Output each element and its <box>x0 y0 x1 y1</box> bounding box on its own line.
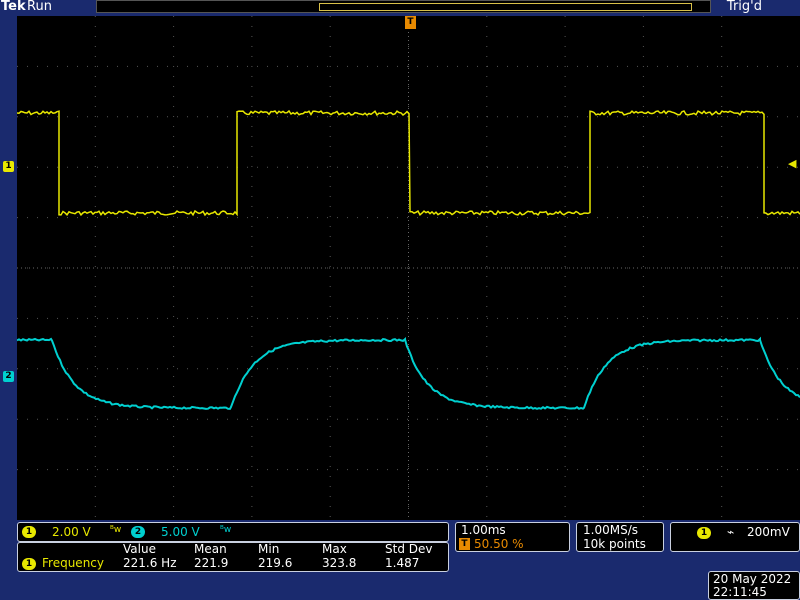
ch2-waveform <box>17 336 800 410</box>
measurement-table: Value Mean Min Max Std Dev 1 Frequency 2… <box>17 542 449 572</box>
ch2-scale[interactable]: 5.00 V <box>161 525 200 539</box>
trigger-position: 50.50 % <box>474 537 524 551</box>
measurement-source-badge: 1 <box>22 558 36 570</box>
channel-scale-panel: 1 2.00 V ᴮw 2 5.00 V ᴮw <box>17 522 449 542</box>
ch1-scale[interactable]: 2.00 V <box>52 525 91 539</box>
ch2-ground-marker[interactable]: 2 <box>3 371 14 382</box>
trigger-source-badge: 1 <box>697 527 711 539</box>
status-bar: Tek Run Trig'd <box>0 0 800 16</box>
horizontal-panel[interactable]: 1.00ms T 50.50 % <box>455 522 570 552</box>
trigger-position-icon: T <box>459 538 470 550</box>
time: 22:11:45 <box>713 585 767 599</box>
measurement-value: 221.6 Hz <box>123 556 177 570</box>
ch2-bandwidth-icon: ᴮw <box>220 525 232 535</box>
datetime-display: 20 May 2022 22:11:45 <box>708 571 800 600</box>
trigger-panel[interactable]: 1 ⌁ 200mV <box>670 522 800 552</box>
brand-label: Tek <box>1 0 26 14</box>
falling-edge-icon: ⌁ <box>727 525 735 539</box>
col-header-value: Value <box>123 542 156 556</box>
sample-rate: 1.00MS/s <box>583 523 638 537</box>
col-header-std-dev: Std Dev <box>385 542 433 556</box>
ch2-badge[interactable]: 2 <box>131 526 145 538</box>
col-header-min: Min <box>258 542 280 556</box>
record-length: 10k points <box>583 537 646 551</box>
col-header-max: Max <box>322 542 347 556</box>
trigger-status: Trig'd <box>726 0 762 14</box>
acquisition-panel[interactable]: 1.00MS/s 10k points <box>576 522 664 552</box>
trigger-level: 200mV <box>747 525 790 539</box>
trigger-level-arrow-icon[interactable]: ◀ <box>788 157 796 170</box>
ch1-badge[interactable]: 1 <box>22 526 36 538</box>
run-status: Run <box>27 0 52 14</box>
waveform-display[interactable] <box>17 16 800 520</box>
record-view-bar[interactable] <box>96 0 711 13</box>
measurement-name: Frequency <box>42 556 104 570</box>
col-header-mean: Mean <box>194 542 227 556</box>
timebase: 1.00ms <box>461 523 506 537</box>
graticule <box>17 16 800 520</box>
ch1-bandwidth-icon: ᴮw <box>110 525 122 535</box>
trigger-position-marker[interactable]: T <box>405 16 416 29</box>
measurement-mean: 221.9 <box>194 556 229 570</box>
measurement-min: 219.6 <box>258 556 293 570</box>
ch1-waveform <box>17 109 800 217</box>
record-view-window[interactable] <box>319 3 692 11</box>
ch1-ground-marker[interactable]: 1 <box>3 161 14 172</box>
measurement-std-dev: 1.487 <box>385 556 420 570</box>
measurement-max: 323.8 <box>322 556 357 570</box>
